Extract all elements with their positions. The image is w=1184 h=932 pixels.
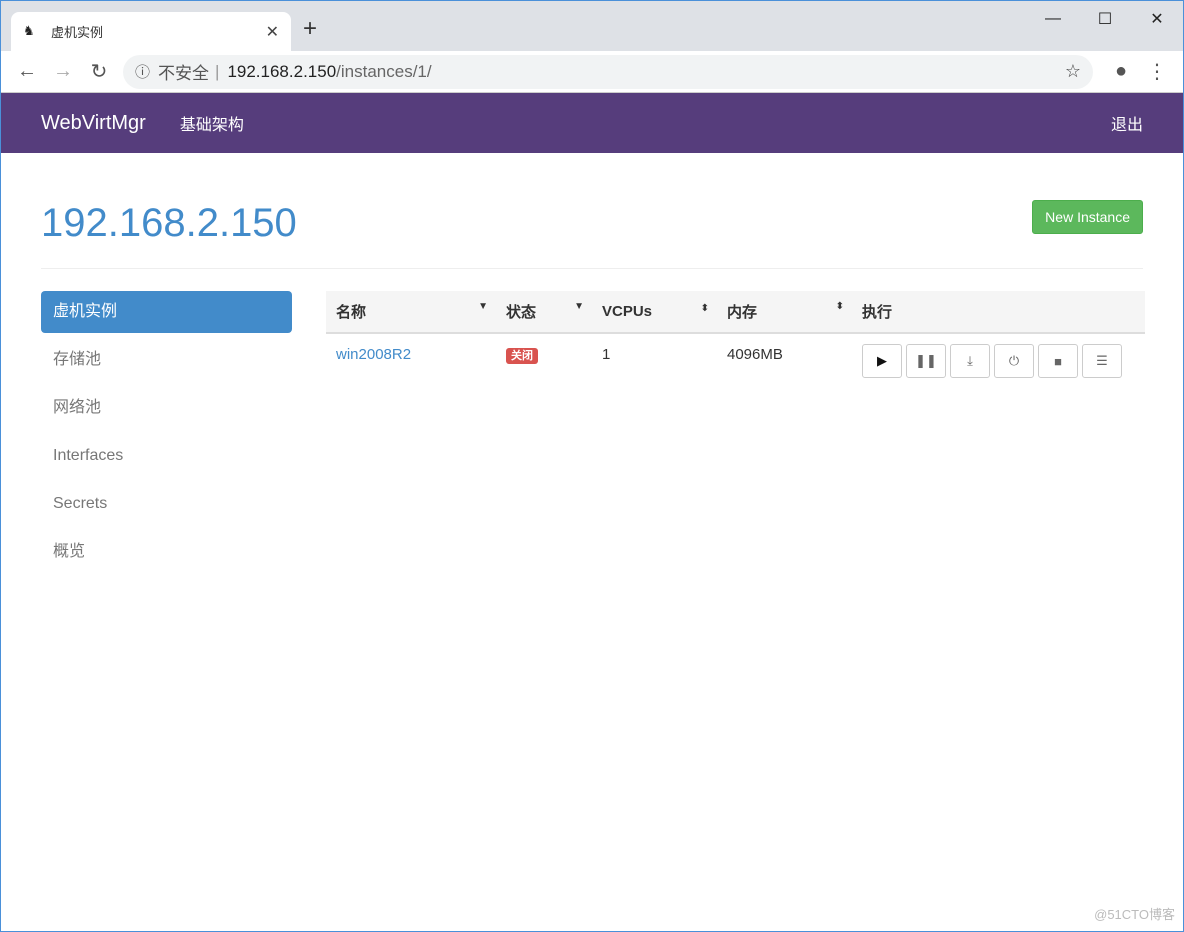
page-header: 192.168.2.150 New Instance [41, 197, 1143, 269]
sidebar-item-storage[interactable]: 存储池 [41, 339, 292, 381]
forward-icon[interactable]: → [45, 60, 81, 83]
close-window-icon[interactable]: ✕ [1131, 1, 1183, 37]
sort-desc-icon: ▼ [574, 301, 584, 312]
address-bar: ← → ↻ ⓘ 不安全 | 192.168.2.150 /instances/1… [1, 51, 1183, 93]
watermark: @51CTO博客 [1094, 907, 1175, 922]
browser-tab[interactable]: ♞ 虚机实例 ✕ [11, 12, 291, 51]
favicon-icon: ♞ [23, 22, 35, 38]
vcpus-cell: 1 [602, 346, 611, 363]
maximize-icon[interactable]: ☐ [1079, 1, 1131, 37]
sidebar: 虚机实例 存储池 网络池 Interfaces Secrets 概览 [41, 291, 292, 579]
header-label: 状态 [506, 304, 537, 321]
play-icon[interactable]: ▶ [862, 344, 902, 378]
reload-icon[interactable]: ↻ [81, 59, 117, 84]
nav-infrastructure[interactable]: 基础架构 [180, 111, 244, 135]
bookmark-star-icon[interactable]: ☆ [1065, 61, 1081, 82]
header-actions: 执行 [852, 291, 1145, 334]
new-instance-button[interactable]: New Instance [1032, 200, 1143, 234]
url-path: /instances/1/ [336, 61, 432, 81]
status-badge: 关闭 [506, 348, 538, 364]
header-label: VCPUs [602, 303, 653, 320]
profile-icon[interactable]: ● [1103, 60, 1139, 83]
page-title: 192.168.2.150 [41, 201, 297, 245]
sidebar-item-network[interactable]: 网络池 [41, 387, 292, 429]
navbar: WebVirtMgr 基础架构 退出 [1, 93, 1183, 153]
menu-icon[interactable]: ⋮ [1139, 59, 1175, 84]
table-row: win2008R2 关闭 1 4096MB ▶ ❚❚ ⤓ ⏻ ■ ☰ [326, 333, 1145, 378]
memory-cell: 4096MB [727, 346, 783, 363]
instance-link[interactable]: win2008R2 [336, 346, 411, 363]
header-status[interactable]: 状态 ▼ [496, 291, 592, 334]
sort-icon: ⬍ [835, 301, 844, 312]
stop-icon[interactable]: ■ [1038, 344, 1078, 378]
sidebar-item-instances[interactable]: 虚机实例 [41, 291, 292, 333]
new-tab-icon[interactable]: + [303, 15, 317, 43]
url-input[interactable]: ⓘ 不安全 | 192.168.2.150 /instances/1/ ☆ [123, 54, 1093, 89]
list-icon[interactable]: ☰ [1082, 344, 1122, 378]
back-icon[interactable]: ← [9, 60, 45, 83]
header-label: 内存 [727, 304, 758, 321]
tab-title: 虚机实例 [51, 25, 104, 40]
sidebar-item-secrets[interactable]: Secrets [41, 483, 292, 525]
url-host: 192.168.2.150 [227, 61, 337, 81]
sidebar-item-interfaces[interactable]: Interfaces [41, 435, 292, 477]
browser-tabbar: ♞ 虚机实例 ✕ + — ☐ ✕ [1, 1, 1183, 51]
sort-desc-icon: ▼ [478, 301, 488, 312]
minimize-icon[interactable]: — [1027, 1, 1079, 37]
logout-link[interactable]: 退出 [1111, 111, 1143, 135]
download-icon[interactable]: ⤓ [950, 344, 990, 378]
instances-table: 名称 ▼ 状态 ▼ VCPUs ⬍ 内存 ⬍ 执行 win2008R2 关闭 1 409… [326, 291, 1145, 378]
insecure-label: 不安全 [158, 64, 210, 83]
header-name[interactable]: 名称 ▼ [326, 291, 496, 334]
sort-icon: ⬍ [700, 303, 709, 314]
header-vcpus[interactable]: VCPUs ⬍ [592, 291, 717, 334]
header-memory[interactable]: 内存 ⬍ [717, 291, 852, 334]
info-icon[interactable]: ⓘ [135, 61, 150, 82]
pause-icon[interactable]: ❚❚ [906, 344, 946, 378]
sidebar-item-overview[interactable]: 概览 [41, 531, 292, 573]
close-tab-icon[interactable]: ✕ [266, 22, 279, 42]
power-icon[interactable]: ⏻ [994, 344, 1034, 378]
header-label: 名称 [336, 304, 367, 321]
divider: | [215, 61, 220, 81]
brand-link[interactable]: WebVirtMgr [41, 112, 146, 135]
